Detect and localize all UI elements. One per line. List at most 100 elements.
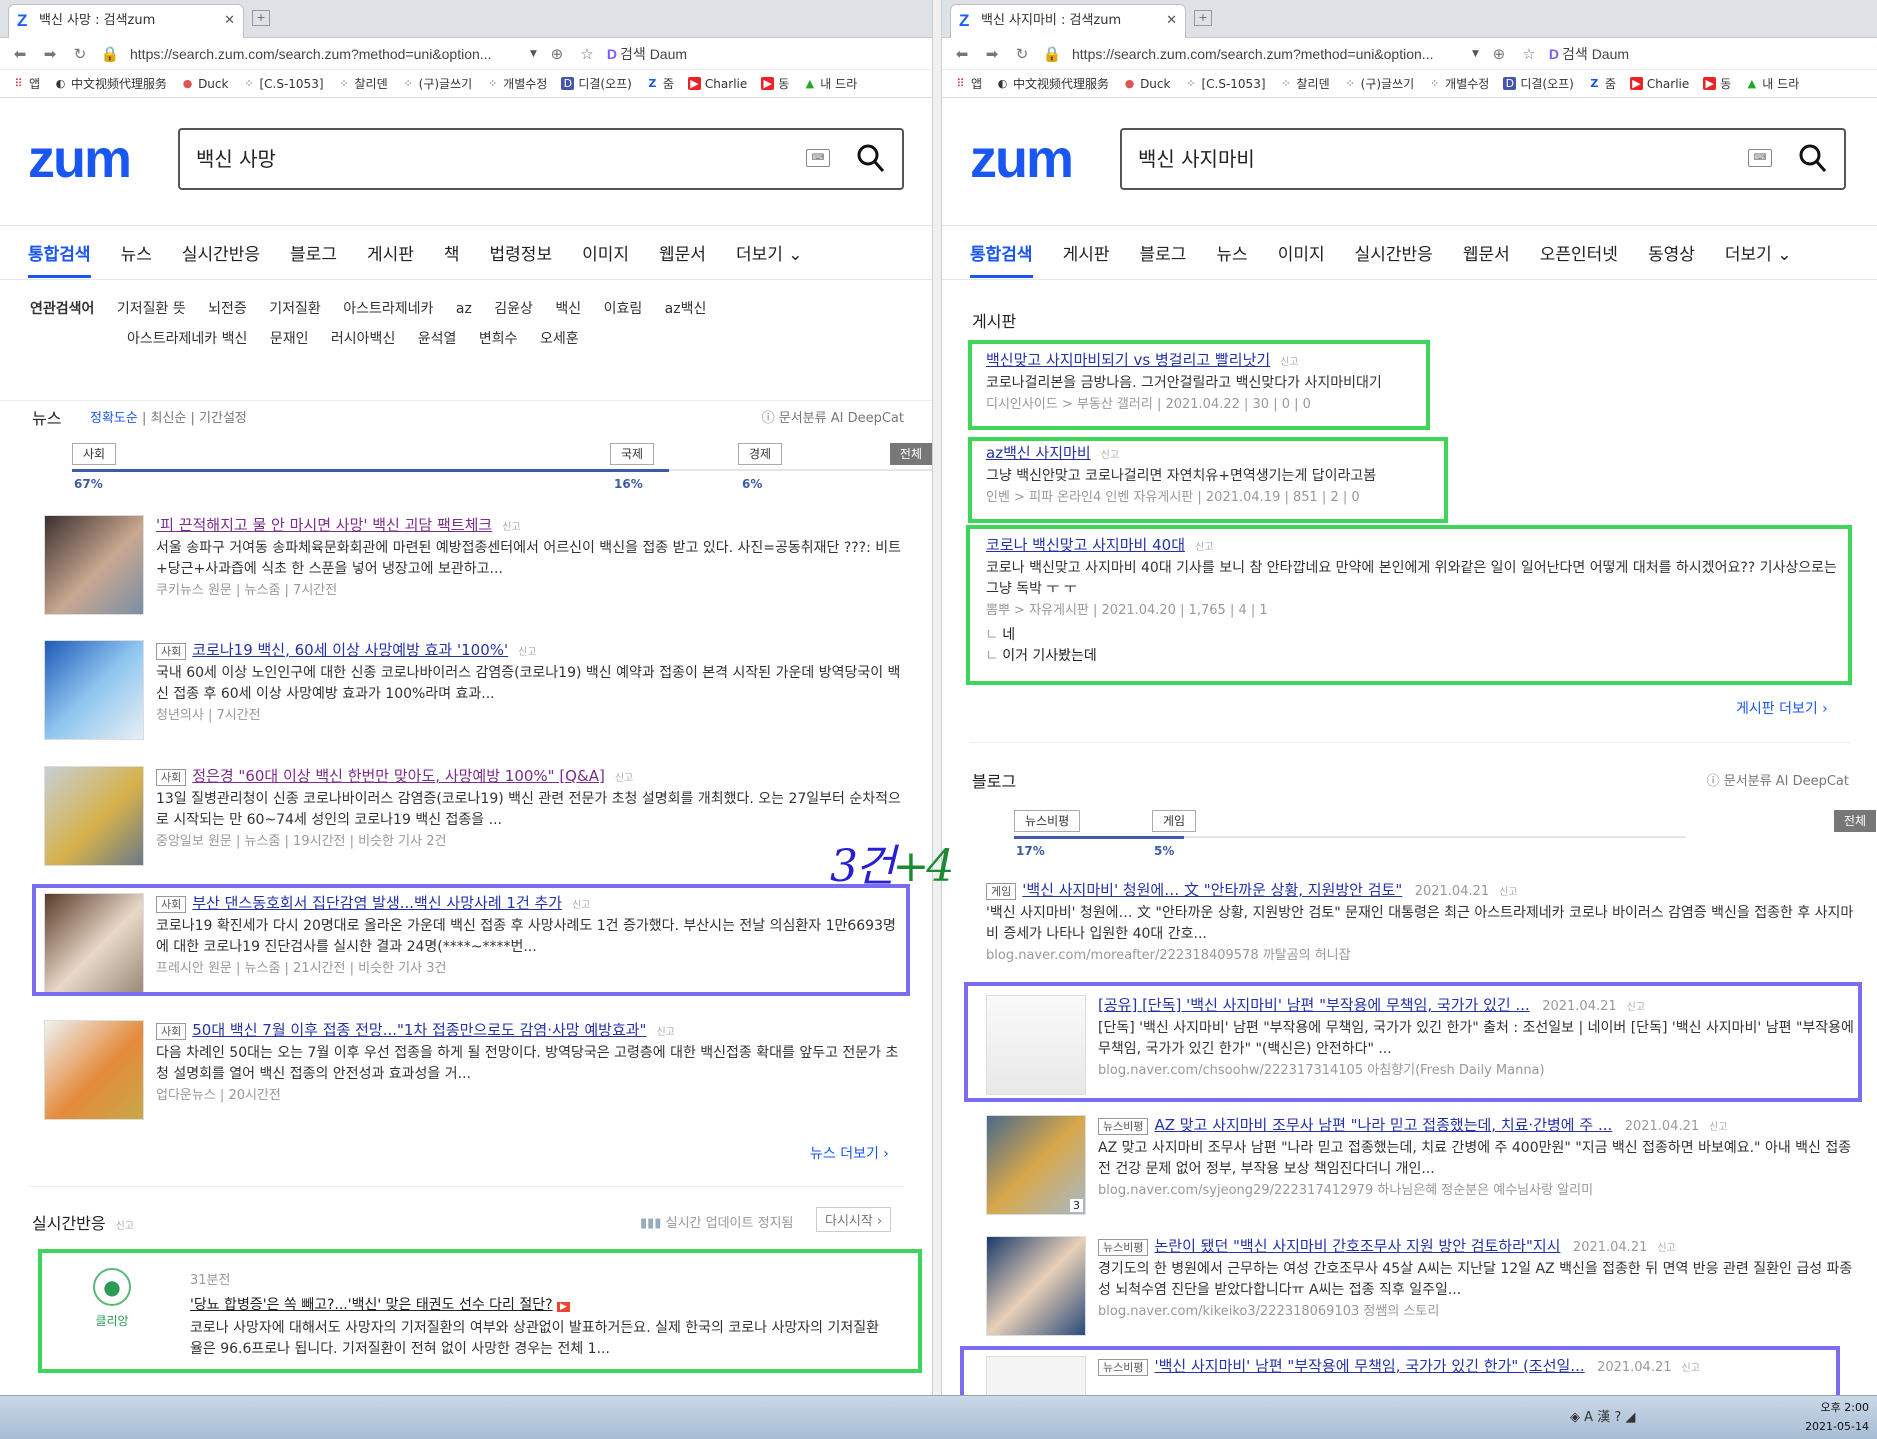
related-keyword[interactable]: 백신 [555, 301, 581, 317]
zoom-icon[interactable]: ⊕ [547, 45, 567, 63]
related-keyword[interactable]: 김윤상 [494, 301, 533, 317]
report-button[interactable]: 신고 [116, 1221, 134, 1232]
bookmark-apps[interactable]: ⠿ 앱 [954, 75, 982, 92]
bookmark-item[interactable]: ⁘ 찰리덴 [338, 75, 387, 92]
tab-blog[interactable]: 블로그 [1139, 240, 1186, 265]
news-thumbnail[interactable] [44, 515, 144, 615]
related-keyword[interactable]: 문재인 [270, 331, 309, 347]
report-button[interactable]: 신고 [502, 522, 520, 533]
clock[interactable]: 오후 2:00 2021-05-14 [1805, 1398, 1869, 1436]
back-icon[interactable]: ⬅ [952, 45, 972, 63]
keyboard-icon[interactable]: ⌨ [1748, 149, 1772, 167]
realtime-user[interactable]: ● 클리앙 [72, 1268, 152, 1329]
bookmark-item[interactable]: ◐ 中文视频代理服务 [54, 75, 167, 92]
sort-period[interactable]: 기간설정 [199, 411, 247, 426]
related-keyword[interactable]: 아스트라제네카 백신 [127, 331, 247, 347]
report-button[interactable]: 신고 [656, 1027, 674, 1038]
zoom-icon[interactable]: ⊕ [1489, 45, 1509, 63]
deepcat-info[interactable]: ⓘ 문서분류 AI DeepCat [1707, 770, 1849, 789]
bookmark-item[interactable]: ⁘ [C.S-1053] [1184, 77, 1265, 91]
report-button[interactable]: 신고 [1195, 542, 1213, 553]
close-tab-icon[interactable]: ✕ [224, 5, 235, 37]
tab-image[interactable]: 이미지 [582, 240, 629, 265]
board-title-link[interactable]: az백신 사지마비 [986, 444, 1091, 462]
zum-logo[interactable]: zum [28, 128, 132, 190]
url-field[interactable]: https://search.zum.com/search.zum?method… [130, 46, 520, 62]
report-button[interactable]: 신고 [1280, 357, 1298, 368]
news-title-link[interactable]: 코로나19 백신, 60세 이상 사망예방 효과 '100%' [192, 641, 508, 659]
news-thumbnail[interactable] [44, 1020, 144, 1120]
news-title-link[interactable]: 50대 백신 7월 이후 접종 전망..."1차 접종만으로도 감염·사망 예방… [192, 1021, 646, 1039]
search-input[interactable] [1138, 145, 1698, 169]
bookmark-item[interactable]: ▶ Charlie [1629, 77, 1689, 91]
back-icon[interactable]: ⬅ [10, 45, 30, 63]
new-tab-icon[interactable]: + [1194, 10, 1212, 26]
category-all[interactable]: 전체 [889, 443, 932, 465]
blog-thumbnail[interactable] [986, 995, 1086, 1095]
window-divider[interactable] [932, 0, 942, 1395]
bookmark-item[interactable]: ▶ 동 [761, 75, 789, 92]
close-tab-icon[interactable]: ✕ [1166, 5, 1177, 37]
bookmark-item[interactable]: ● Duck [181, 77, 229, 91]
board-title-link[interactable]: 백신맞고 사지마비되기 vs 병걸리고 빨리낫기 [986, 351, 1270, 369]
sort-latest[interactable]: 최신순 [151, 411, 187, 426]
new-tab-icon[interactable]: + [252, 10, 270, 26]
forward-icon[interactable]: ➡ [40, 45, 60, 63]
blog-title-link[interactable]: 논란이 됐던 "백신 사지마비 간호조무사 지원 방안 검토하라"지시 [1154, 1237, 1560, 1255]
related-keyword[interactable]: 러시아백신 [331, 331, 395, 347]
bookmark-item[interactable]: ⁘ 찰리덴 [1280, 75, 1329, 92]
bookmark-item[interactable]: D 디결(오프) [561, 75, 632, 92]
report-button[interactable]: 신고 [1101, 450, 1119, 461]
blog-thumbnail[interactable]: 3 [986, 1115, 1086, 1215]
tab-board[interactable]: 게시판 [1063, 240, 1110, 265]
deepcat-info[interactable]: ⓘ 문서분류 AI DeepCat [762, 407, 904, 426]
reload-icon[interactable]: ↻ [1012, 45, 1032, 63]
blog-thumbnail[interactable] [986, 1356, 1086, 1395]
related-keyword[interactable]: 오세훈 [540, 331, 579, 347]
tab-law[interactable]: 법령정보 [490, 240, 553, 265]
report-button[interactable]: 신고 [1682, 1363, 1700, 1374]
related-keyword[interactable]: 기저질환 [269, 301, 321, 317]
tab-more[interactable]: 더보기 ⌄ [1725, 240, 1792, 265]
report-button[interactable]: 신고 [615, 773, 633, 784]
hanja-icon[interactable]: 漢 [1597, 1410, 1610, 1425]
board-more-link[interactable]: 게시판 더보기 › [1736, 698, 1828, 718]
category-news-review[interactable]: 뉴스비평 [1014, 810, 1081, 832]
network-icon[interactable]: ◈ [1570, 1410, 1580, 1425]
tab-more[interactable]: 더보기 ⌄ [736, 240, 803, 265]
tab-blog[interactable]: 블로그 [290, 240, 337, 265]
related-keyword[interactable]: 변희수 [479, 331, 518, 347]
bookmark-item[interactable]: D 디결(오프) [1503, 75, 1574, 92]
ime-icon[interactable]: A [1584, 1410, 1593, 1425]
tab-news[interactable]: 뉴스 [121, 240, 152, 265]
news-more-link[interactable]: 뉴스 더보기 › [810, 1143, 889, 1163]
report-button[interactable]: 신고 [572, 900, 590, 911]
news-thumbnail[interactable] [44, 766, 144, 866]
news-title-link[interactable]: 정은경 "60대 이상 백신 한번만 맞아도, 사망예방 100%" [Q&A] [192, 767, 605, 785]
blog-title-link[interactable]: '백신 사지마비' 청원에… 文 "안타까운 상황, 지원방안 검토" [1022, 881, 1402, 899]
report-button[interactable]: 신고 [1657, 1243, 1675, 1254]
blog-title-link[interactable]: [공유] [단독] '백신 사지마비' 남편 "부작용에 무책임, 국가가 있긴… [1098, 996, 1530, 1014]
board-reply[interactable]: ∟ 네 [986, 625, 1846, 646]
reload-icon[interactable]: ↻ [70, 45, 90, 63]
category-economy[interactable]: 경제 [738, 443, 783, 465]
news-title-link[interactable]: 부산 댄스동호회서 집단감염 발생...백신 사망사례 1건 추가 [192, 894, 562, 912]
url-dropdown-icon[interactable]: ▼ [1472, 49, 1479, 59]
bookmark-item[interactable]: ● Duck [1123, 77, 1171, 91]
bookmark-apps[interactable]: ⠿ 앱 [12, 75, 40, 92]
bookmark-item[interactable]: ⁘ (구)글쓰기 [1344, 75, 1415, 92]
star-icon[interactable]: ☆ [577, 45, 597, 63]
bookmark-item[interactable]: Z줌 [1588, 75, 1616, 92]
blog-title-link[interactable]: AZ 맞고 사지마비 조무사 남편 "나라 믿고 접종했는데, 치료·간병에 주… [1154, 1116, 1612, 1134]
report-button[interactable]: 신고 [518, 647, 536, 658]
search-engine-daum[interactable]: D 검색 Daum [607, 44, 687, 64]
bookmark-item[interactable]: ▲ 내 드라 [803, 75, 858, 92]
tab-news[interactable]: 뉴스 [1216, 240, 1247, 265]
tab-all[interactable]: 통합검색 [28, 240, 91, 278]
tab-video[interactable]: 동영상 [1648, 240, 1695, 265]
sort-accuracy[interactable]: 정확도순 [90, 411, 138, 426]
category-all[interactable]: 전체 [1833, 810, 1876, 832]
news-title-link[interactable]: '피 끈적해지고 물 안 마시면 사망' 백신 괴담 팩트체크 [156, 516, 492, 534]
volume-icon[interactable]: ◢ [1625, 1410, 1635, 1425]
bookmark-item[interactable]: ⁘ [C.S-1053] [242, 77, 323, 91]
